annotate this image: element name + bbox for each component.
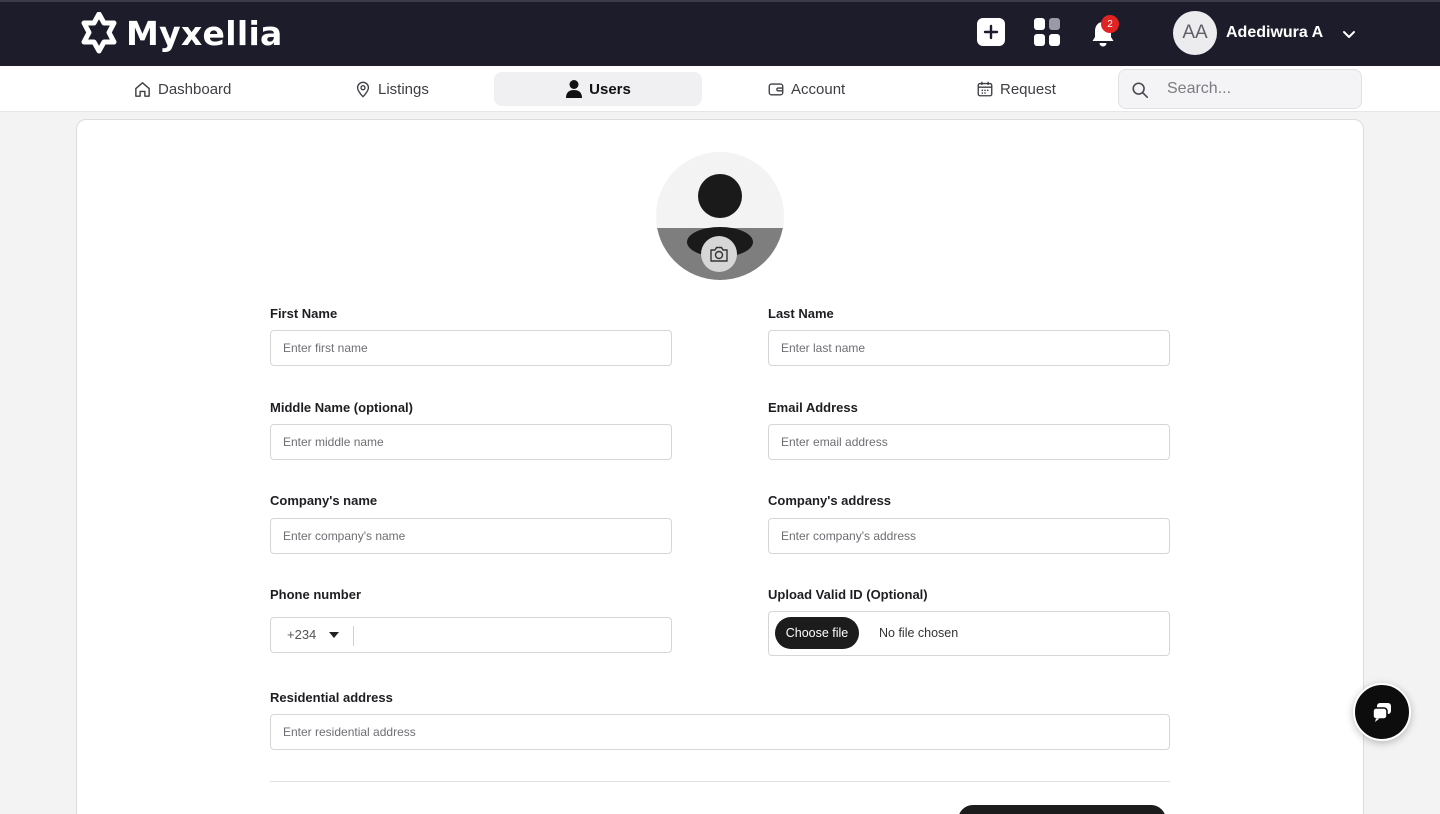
calendar-icon <box>977 81 993 97</box>
nav-item-label: Users <box>589 80 631 98</box>
residential-address-input[interactable] <box>270 714 1170 750</box>
email-input[interactable] <box>768 424 1170 460</box>
phone-label: Phone number <box>270 587 362 602</box>
choose-file-button[interactable]: Choose file <box>775 617 859 649</box>
upload-photo-button[interactable] <box>701 236 737 272</box>
nav-item-listings[interactable]: Listings <box>354 72 429 106</box>
phone-input[interactable] <box>361 622 661 648</box>
nav-item-label: Listings <box>378 80 429 98</box>
search-icon <box>1132 82 1149 99</box>
nav-item-account[interactable]: Account <box>767 72 845 106</box>
valid-id-file-field: Choose file No file chosen <box>768 611 1170 656</box>
apps-grid-icon[interactable] <box>1033 17 1061 47</box>
middle-name-input[interactable] <box>270 424 672 460</box>
nav-item-request[interactable]: Request <box>976 72 1056 106</box>
first-name-input[interactable] <box>270 330 672 366</box>
brand-logo[interactable]: Myxellia <box>78 12 283 54</box>
country-code-select[interactable]: +234 <box>287 627 316 642</box>
top-bar: Myxellia 2 AA Adediwura A <box>0 0 1440 66</box>
notification-badge: 2 <box>1101 15 1119 33</box>
add-button[interactable] <box>977 18 1005 46</box>
form-divider <box>270 781 1170 782</box>
chevron-down-icon[interactable] <box>1341 26 1357 42</box>
company-name-input[interactable] <box>270 518 672 554</box>
chat-button[interactable] <box>1353 683 1411 741</box>
company-address-label: Company's address <box>768 493 892 508</box>
nav-item-label: Account <box>791 80 846 98</box>
chat-bubbles-icon <box>1372 703 1391 722</box>
logo-star-icon <box>81 12 117 54</box>
email-label: Email Address <box>768 400 858 415</box>
file-status-text: No file chosen <box>879 626 959 640</box>
wallet-icon <box>768 83 784 96</box>
nav-item-label: Request <box>1000 80 1056 98</box>
nav-item-dashboard[interactable]: Dashboard <box>133 72 231 106</box>
first-name-label: First Name <box>270 306 338 321</box>
nav-item-users[interactable]: Users <box>494 72 702 106</box>
submit-button[interactable] <box>958 805 1166 814</box>
search-box[interactable] <box>1118 69 1362 109</box>
phone-divider <box>353 626 354 646</box>
last-name-label: Last Name <box>768 306 834 321</box>
camera-icon <box>710 246 728 262</box>
user-avatar[interactable]: AA <box>1173 11 1217 55</box>
user-icon <box>566 80 583 98</box>
brand-name: Myxellia <box>126 13 283 53</box>
main-nav: Dashboard Listings Users Account Request <box>0 66 1440 112</box>
home-icon <box>135 81 150 97</box>
company-address-input[interactable] <box>768 518 1170 554</box>
valid-id-label: Upload Valid ID (Optional) <box>768 587 928 602</box>
last-name-input[interactable] <box>768 330 1170 366</box>
company-name-label: Company's name <box>270 493 378 508</box>
caret-down-icon[interactable] <box>329 632 339 638</box>
residential-address-label: Residential address <box>270 690 393 705</box>
nav-item-label: Dashboard <box>158 80 232 98</box>
search-input[interactable] <box>1167 78 1347 100</box>
map-pin-icon <box>356 81 370 98</box>
phone-field: +234 <box>270 617 672 653</box>
plus-icon <box>983 24 999 40</box>
user-name[interactable]: Adediwura A <box>1226 24 1323 42</box>
middle-name-label: Middle Name (optional) <box>270 400 413 415</box>
